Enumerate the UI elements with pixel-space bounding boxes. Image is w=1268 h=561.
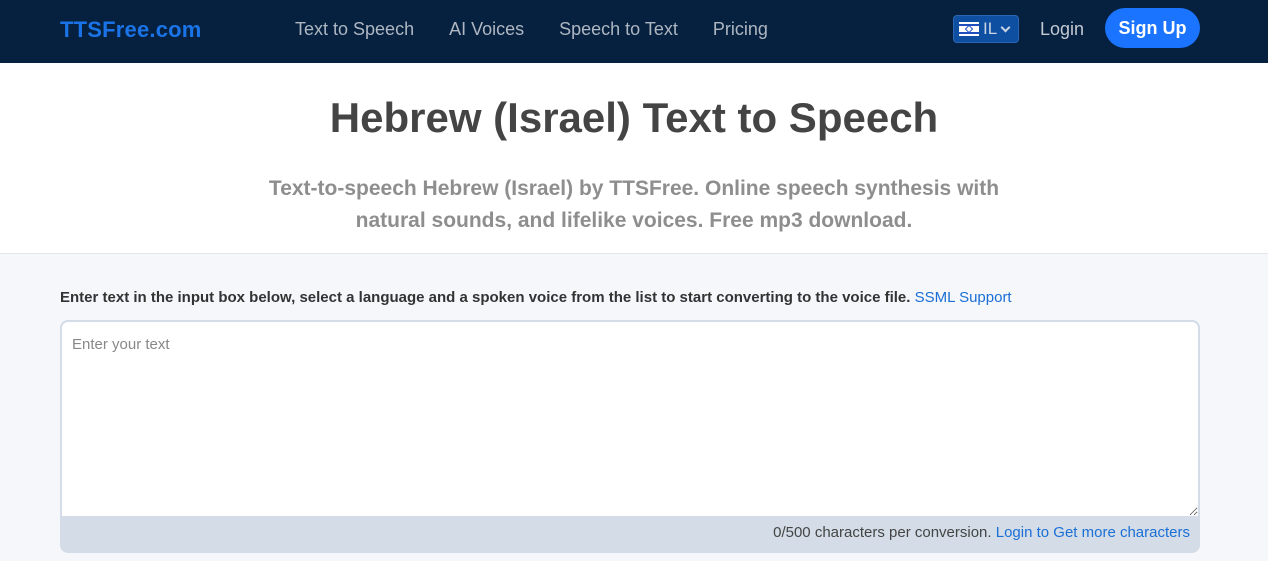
chevron-down-icon	[1000, 22, 1011, 32]
instructions-text: Enter text in the input box below, selec…	[60, 289, 1012, 307]
language-select[interactable]: IL	[953, 15, 1019, 43]
nav-speech-to-text[interactable]: Speech to Text	[559, 18, 678, 40]
brand-logo[interactable]: TTSFree.com	[60, 17, 202, 43]
main-nav: Text to Speech AI Voices Speech to Text …	[295, 18, 803, 40]
nav-ai-voices[interactable]: AI Voices	[449, 18, 524, 40]
sign-up-button[interactable]: Sign Up	[1105, 8, 1200, 48]
nav-text-to-speech[interactable]: Text to Speech	[295, 18, 414, 40]
text-input-container: 0/500 characters per conversion. Login t…	[60, 320, 1200, 553]
top-navbar: TTSFree.com Text to Speech AI Voices Spe…	[0, 0, 1268, 63]
instructions-label: Enter text in the input box below, selec…	[60, 289, 911, 306]
hero-section: Hebrew (Israel) Text to Speech Text-to-s…	[0, 63, 1268, 254]
login-more-characters-link[interactable]: Login to Get more characters	[996, 524, 1190, 541]
page-subtitle: Text-to-speech Hebrew (Israel) by TTSFre…	[234, 173, 1034, 237]
nav-pricing[interactable]: Pricing	[713, 18, 768, 40]
character-counter: 0/500 characters per conversion. Login t…	[60, 524, 1190, 542]
login-link[interactable]: Login	[1040, 18, 1084, 40]
text-input[interactable]	[60, 320, 1200, 518]
subtitle-line-1: Text-to-speech Hebrew (Israel) by TTSFre…	[268, 177, 1000, 200]
israel-flag-icon	[959, 22, 979, 36]
character-count: 0/500 characters per conversion.	[773, 524, 992, 541]
converter-section: Enter text in the input box below, selec…	[0, 254, 1268, 561]
ssml-support-link[interactable]: SSML Support	[915, 289, 1012, 306]
subtitle-line-2: natural sounds, and lifelike voices. Fre…	[355, 209, 913, 232]
language-code: IL	[983, 19, 998, 38]
page-title: Hebrew (Israel) Text to Speech	[329, 94, 939, 141]
